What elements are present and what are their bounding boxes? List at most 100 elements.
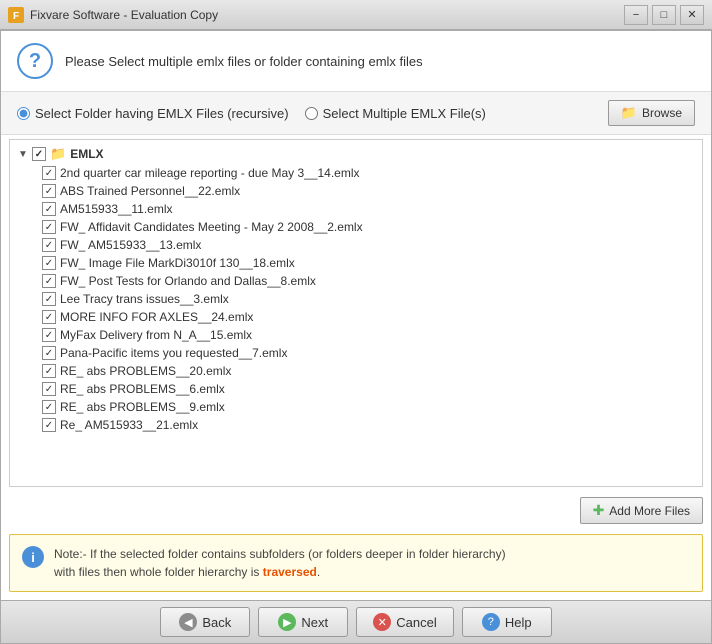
item-label: Lee Tracy trans issues__3.emlx <box>60 292 229 306</box>
item-checkbox[interactable]: ✓ <box>42 220 56 234</box>
title-bar: F Fixvare Software - Evaluation Copy − □… <box>0 0 712 30</box>
help-label: Help <box>505 615 532 630</box>
list-item[interactable]: ✓ RE_ abs PROBLEMS__9.emlx <box>10 398 702 416</box>
list-item[interactable]: ✓ RE_ abs PROBLEMS__20.emlx <box>10 362 702 380</box>
header: ? Please Select multiple emlx files or f… <box>1 31 711 92</box>
item-label: MyFax Delivery from N_A__15.emlx <box>60 328 252 342</box>
item-label: FW_ Post Tests for Orlando and Dallas__8… <box>60 274 316 288</box>
maximize-button[interactable]: □ <box>652 5 676 25</box>
help-icon: ? <box>482 613 500 631</box>
radio-folder-input[interactable] <box>17 107 30 120</box>
app-icon: F <box>8 7 24 23</box>
add-more-files-label: Add More Files <box>609 504 690 518</box>
item-label: FW_ Affidavit Candidates Meeting - May 2… <box>60 220 363 234</box>
item-label: 2nd quarter car mileage reporting - due … <box>60 166 360 180</box>
file-list-scroll[interactable]: ▼ ✓ 📁 EMLX ✓ 2nd quarter car mileage rep… <box>10 140 702 486</box>
radio-row: Select Folder having EMLX Files (recursi… <box>1 92 711 135</box>
add-more-files-button[interactable]: ✚ Add More Files <box>580 497 703 524</box>
item-label: Re_ AM515933__21.emlx <box>60 418 198 432</box>
list-item[interactable]: ✓ Lee Tracy trans issues__3.emlx <box>10 290 702 308</box>
item-checkbox[interactable]: ✓ <box>42 382 56 396</box>
next-label: Next <box>301 615 328 630</box>
item-checkbox[interactable]: ✓ <box>42 166 56 180</box>
cancel-button[interactable]: ✕ Cancel <box>356 607 453 637</box>
note-suffix: with files then whole folder hierarchy i… <box>54 565 259 579</box>
cancel-icon: ✕ <box>373 613 391 631</box>
radio-folder-option[interactable]: Select Folder having EMLX Files (recursi… <box>17 106 289 121</box>
cancel-label: Cancel <box>396 615 436 630</box>
plus-icon: ✚ <box>593 502 605 519</box>
list-item[interactable]: ✓ MyFax Delivery from N_A__15.emlx <box>10 326 702 344</box>
item-label: MORE INFO FOR AXLES__24.emlx <box>60 310 253 324</box>
item-label: FW_ AM515933__13.emlx <box>60 238 201 252</box>
item-checkbox[interactable]: ✓ <box>42 328 56 342</box>
title-bar-left: F Fixvare Software - Evaluation Copy <box>8 7 218 23</box>
browse-label: Browse <box>642 106 682 120</box>
list-item[interactable]: ✓ FW_ Affidavit Candidates Meeting - May… <box>10 218 702 236</box>
item-label: RE_ abs PROBLEMS__20.emlx <box>60 364 231 378</box>
item-checkbox[interactable]: ✓ <box>42 238 56 252</box>
list-item[interactable]: ✓ FW_ Image File MarkDi3010f 130__18.eml… <box>10 254 702 272</box>
browse-button[interactable]: 📁 Browse <box>608 100 695 126</box>
list-item[interactable]: ✓ AM515933__11.emlx <box>10 200 702 218</box>
info-icon: ? <box>17 43 53 79</box>
list-item[interactable]: ✓ FW_ AM515933__13.emlx <box>10 236 702 254</box>
note-highlight: traversed <box>263 565 317 579</box>
list-item[interactable]: ✓ ABS Trained Personnel__22.emlx <box>10 182 702 200</box>
item-checkbox[interactable]: ✓ <box>42 292 56 306</box>
file-list-container: ▼ ✓ 📁 EMLX ✓ 2nd quarter car mileage rep… <box>9 139 703 487</box>
help-button[interactable]: ? Help <box>462 607 552 637</box>
radio-options: Select Folder having EMLX Files (recursi… <box>17 106 486 121</box>
note-banner: i Note:- If the selected folder contains… <box>9 534 703 592</box>
title-bar-controls: − □ ✕ <box>624 5 704 25</box>
root-checkbox[interactable]: ✓ <box>32 147 46 161</box>
folder-icon: 📁 <box>50 146 66 162</box>
item-checkbox[interactable]: ✓ <box>42 274 56 288</box>
item-label: RE_ abs PROBLEMS__9.emlx <box>60 400 225 414</box>
app-title: Fixvare Software - Evaluation Copy <box>30 8 218 22</box>
item-label: FW_ Image File MarkDi3010f 130__18.emlx <box>60 256 295 270</box>
list-item[interactable]: ✓ RE_ abs PROBLEMS__6.emlx <box>10 380 702 398</box>
list-item[interactable]: ✓ 2nd quarter car mileage reporting - du… <box>10 164 702 182</box>
minimize-button[interactable]: − <box>624 5 648 25</box>
item-checkbox[interactable]: ✓ <box>42 364 56 378</box>
header-text: Please Select multiple emlx files or fol… <box>65 54 423 69</box>
note-prefix: Note:- If the selected folder contains s… <box>54 547 506 561</box>
svg-text:F: F <box>13 11 19 22</box>
back-label: Back <box>202 615 231 630</box>
item-checkbox[interactable]: ✓ <box>42 202 56 216</box>
radio-files-input[interactable] <box>305 107 318 120</box>
back-icon: ◀ <box>179 613 197 631</box>
item-label: RE_ abs PROBLEMS__6.emlx <box>60 382 225 396</box>
radio-folder-label: Select Folder having EMLX Files (recursi… <box>35 106 289 121</box>
list-item[interactable]: ✓ MORE INFO FOR AXLES__24.emlx <box>10 308 702 326</box>
item-checkbox[interactable]: ✓ <box>42 310 56 324</box>
radio-files-option[interactable]: Select Multiple EMLX File(s) <box>305 106 486 121</box>
item-checkbox[interactable]: ✓ <box>42 256 56 270</box>
list-item[interactable]: ✓ Pana-Pacific items you requested__7.em… <box>10 344 702 362</box>
note-info-icon: i <box>22 546 44 568</box>
item-label: AM515933__11.emlx <box>60 202 173 216</box>
item-label: Pana-Pacific items you requested__7.emlx <box>60 346 287 360</box>
list-item[interactable]: ✓ Re_ AM515933__21.emlx <box>10 416 702 434</box>
tree-root-item[interactable]: ▼ ✓ 📁 EMLX <box>10 144 702 164</box>
root-label: EMLX <box>70 147 103 161</box>
footer: ◀ Back ▶ Next ✕ Cancel ? Help <box>1 600 711 643</box>
list-item[interactable]: ✓ FW_ Post Tests for Orlando and Dallas_… <box>10 272 702 290</box>
tree-root: ▼ ✓ 📁 EMLX ✓ 2nd quarter car mileage rep… <box>10 140 702 438</box>
expand-icon: ▼ <box>18 149 28 160</box>
close-button[interactable]: ✕ <box>680 5 704 25</box>
item-checkbox[interactable]: ✓ <box>42 346 56 360</box>
next-icon: ▶ <box>278 613 296 631</box>
browse-icon: 📁 <box>621 105 637 121</box>
note-end: . <box>317 565 320 579</box>
item-checkbox[interactable]: ✓ <box>42 184 56 198</box>
item-checkbox[interactable]: ✓ <box>42 418 56 432</box>
next-button[interactable]: ▶ Next <box>258 607 348 637</box>
item-label: ABS Trained Personnel__22.emlx <box>60 184 240 198</box>
main-window: ? Please Select multiple emlx files or f… <box>0 30 712 644</box>
back-button[interactable]: ◀ Back <box>160 607 250 637</box>
item-checkbox[interactable]: ✓ <box>42 400 56 414</box>
radio-files-label: Select Multiple EMLX File(s) <box>323 106 486 121</box>
note-text: Note:- If the selected folder contains s… <box>54 545 506 581</box>
